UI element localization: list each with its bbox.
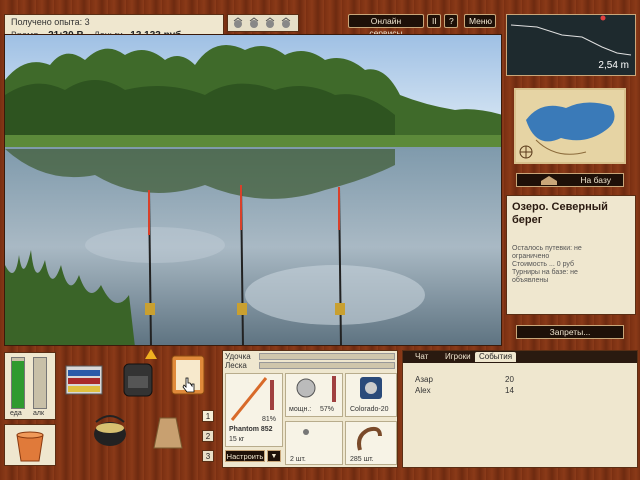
tab-events[interactable]: События bbox=[475, 352, 517, 362]
bait-slot[interactable]: 285 шт. bbox=[345, 421, 397, 465]
backpack-icon[interactable] bbox=[116, 356, 160, 400]
bait-worm-icon bbox=[357, 426, 382, 451]
house-icon bbox=[541, 176, 557, 185]
location-line: ограничено bbox=[512, 253, 550, 260]
bait-icon bbox=[281, 17, 291, 28]
tackle-box-icon[interactable] bbox=[62, 356, 106, 400]
line-name: Colorado-20 bbox=[350, 406, 389, 413]
sack-icon[interactable] bbox=[146, 410, 190, 454]
player-value: 20 bbox=[505, 375, 514, 384]
hook-icon bbox=[303, 429, 309, 435]
bucket-slot[interactable] bbox=[4, 424, 56, 466]
reel-percent: 57% bbox=[320, 406, 335, 413]
rod-percent: 81% bbox=[262, 416, 277, 423]
line-slot[interactable]: Colorado-20 bbox=[345, 373, 397, 417]
food-meter bbox=[11, 357, 25, 409]
bait-count: 285 шт. bbox=[350, 456, 374, 463]
lake-view bbox=[5, 35, 501, 345]
hand-cursor-icon bbox=[182, 377, 195, 393]
to-base-label: На базу bbox=[580, 175, 611, 185]
lake-map[interactable] bbox=[514, 88, 626, 164]
bait-status-bar bbox=[227, 14, 299, 32]
rod-name: Phantom 852 bbox=[229, 426, 273, 433]
fishing-line-icon bbox=[360, 377, 382, 399]
inventory-page-1-button[interactable]: 1 bbox=[202, 410, 214, 422]
chat-tabs: Чат Игроки События bbox=[403, 351, 637, 363]
warning-icon bbox=[145, 349, 157, 359]
depth-value: 2,54 m bbox=[598, 60, 629, 71]
location-line: объявлены bbox=[512, 277, 549, 284]
help-button[interactable]: ? bbox=[444, 14, 458, 28]
inventory-page-3-button[interactable]: 3 bbox=[202, 450, 214, 462]
fishing-scene[interactable] bbox=[4, 34, 502, 346]
bans-button[interactable]: Запреты... bbox=[516, 325, 624, 339]
inventory-page-2-button[interactable]: 2 bbox=[202, 430, 214, 442]
line-tension-gauge bbox=[259, 362, 395, 369]
bait-icon bbox=[249, 17, 259, 28]
player-name: Alex bbox=[415, 386, 431, 395]
pause-button[interactable]: II bbox=[427, 14, 441, 28]
online-services-button[interactable]: Онлайн сервисы bbox=[348, 14, 424, 38]
hook-count: 2 шт. bbox=[290, 456, 306, 463]
chat-panel: Чат Игроки События Азар 20 Alex 14 bbox=[402, 350, 638, 468]
player-name: Азар bbox=[415, 375, 433, 384]
location-line: Турниры на базе: не bbox=[512, 269, 578, 276]
lake-map-image bbox=[516, 90, 624, 162]
experience-row: Получено опыта: 3 bbox=[11, 17, 217, 27]
rod-weight: 15 кг bbox=[229, 436, 245, 443]
tab-players[interactable]: Игроки bbox=[441, 352, 475, 362]
cooking-pot-icon[interactable] bbox=[88, 408, 132, 452]
menu-button[interactable]: Меню bbox=[464, 14, 496, 28]
alcohol-meter bbox=[33, 357, 47, 409]
experience-value: 3 bbox=[84, 17, 90, 27]
tab-chat[interactable]: Чат bbox=[411, 352, 432, 362]
tackle-panel: Удочка Леска 81% Phantom 852 15 кг мощн.… bbox=[222, 350, 398, 468]
player-value: 14 bbox=[505, 386, 514, 395]
rod-tension-gauge bbox=[259, 353, 395, 360]
reel-icon bbox=[296, 376, 336, 402]
location-line: Стоимость ... 0 руб bbox=[512, 261, 575, 268]
to-base-button[interactable]: На базу bbox=[516, 173, 624, 187]
bait-icon bbox=[233, 17, 243, 28]
location-line: Осталось путевки: не bbox=[512, 245, 582, 252]
player-row[interactable]: Азар 20 bbox=[415, 375, 525, 384]
rod-slot[interactable]: 81% Phantom 852 15 кг bbox=[225, 373, 283, 447]
alcohol-label: алк bbox=[33, 410, 45, 417]
line-gauge-label: Леска bbox=[225, 361, 247, 370]
food-meter-fill bbox=[12, 360, 24, 408]
reel-slot[interactable]: мощн.: 57% bbox=[285, 373, 343, 417]
reel-power-label: мощн.: bbox=[289, 406, 312, 413]
location-title: Озеро. Северный берег bbox=[512, 201, 608, 226]
hook-slot[interactable]: 2 шт. bbox=[285, 421, 343, 465]
bait-icon bbox=[265, 17, 275, 28]
setup-button[interactable]: Настроить bbox=[225, 450, 265, 462]
bucket-icon bbox=[16, 431, 44, 462]
compass-icon bbox=[519, 145, 533, 159]
rod-gauge-label: Удочка bbox=[225, 352, 251, 361]
experience-label: Получено опыта: bbox=[11, 17, 83, 27]
location-info-panel: Озеро. Северный берег Осталось путевки: … bbox=[506, 195, 636, 315]
player-row[interactable]: Alex 14 bbox=[415, 386, 525, 395]
setup-dropdown-button[interactable]: ▼ bbox=[267, 450, 281, 462]
depth-profile: 2,54 m bbox=[506, 14, 636, 76]
food-label: еда bbox=[10, 410, 22, 417]
status-meters: еда алк bbox=[4, 352, 56, 420]
tackle-gauges: Удочка Леска bbox=[223, 351, 397, 371]
